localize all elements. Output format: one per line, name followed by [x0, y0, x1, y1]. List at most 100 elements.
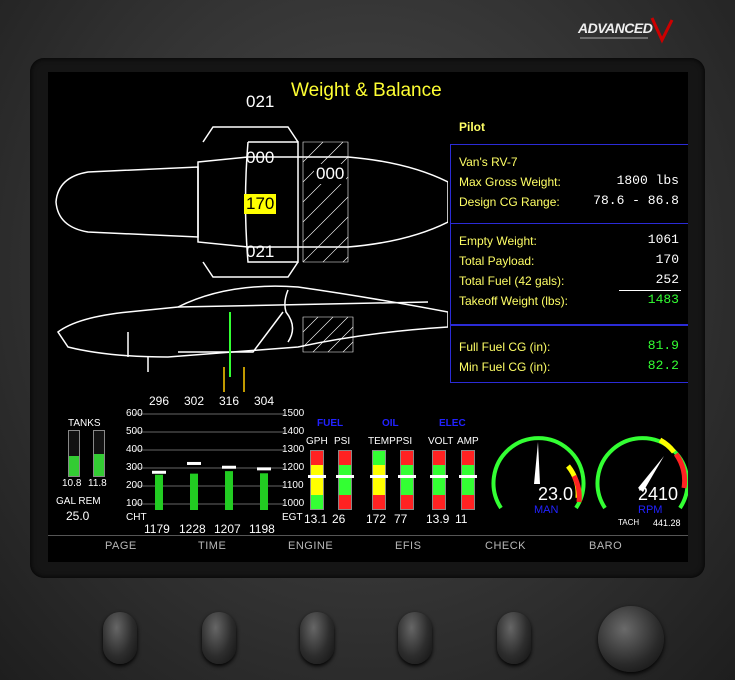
cylinder-egt-value: 1207 [214, 522, 241, 536]
tanks-label: TANKS [68, 418, 101, 429]
gal-rem-label: GAL REM [56, 496, 101, 507]
cht-scale-tick: 400 [126, 444, 143, 455]
gauge-label: PSI [396, 436, 413, 447]
softkey-time[interactable]: TIME [198, 540, 226, 552]
min-fuel-cg-label: Min Fuel CG (in): [459, 360, 551, 374]
cylinder-cht-bar [260, 473, 268, 510]
egt-scale-tick: 1400 [282, 426, 305, 437]
full-fuel-cg-value: 81.9 [647, 338, 679, 353]
gauge-value: 172 [366, 512, 387, 526]
man-value: 23.0 [538, 484, 574, 504]
cylinder-cht-value: 302 [184, 394, 205, 408]
gauge-label: GPH [306, 436, 328, 447]
page-title: Weight & Balance [291, 80, 442, 101]
softkey-bar: PAGE TIME ENGINE EFIS CHECK BARO [48, 535, 688, 558]
softkey-baro[interactable]: BARO [589, 540, 622, 552]
cylinder-cht-value: 316 [219, 394, 240, 408]
gauge-label: TEMP [368, 436, 396, 447]
gauge-value: 26 [332, 512, 346, 526]
button-4[interactable] [398, 612, 432, 664]
cht-scale-tick: 600 [126, 408, 143, 419]
gauge-value: 13.9 [426, 512, 450, 526]
max-gross-label: Max Gross Weight: [459, 175, 561, 189]
egt-label: EGT [282, 512, 303, 523]
pilot-weight-selected[interactable]: 170 [244, 194, 277, 214]
brand-mark-icon [580, 17, 674, 44]
vertical-gauge [308, 450, 326, 510]
baggage-weight[interactable]: 000 [314, 164, 347, 184]
total-payload-label: Total Payload: [459, 254, 535, 268]
egt-scale-tick: 1200 [282, 462, 305, 473]
cht-scale-tick: 200 [126, 480, 143, 491]
design-cg-value: 78.6 - 86.8 [593, 193, 679, 208]
sum-divider [619, 290, 681, 291]
softkey-check[interactable]: CHECK [485, 540, 526, 552]
cylinder-egt-marker [222, 465, 236, 469]
gauge-label: AMP [457, 436, 479, 447]
button-3[interactable] [300, 612, 334, 664]
cylinder-cht-bar [155, 474, 163, 510]
cht-scale-tick: 500 [126, 426, 143, 437]
front-row-top-weight: 021 [246, 92, 275, 111]
min-fuel-cg-value: 82.2 [647, 358, 679, 373]
vertical-gauge [459, 450, 477, 510]
gal-rem-value: 25.0 [66, 509, 90, 523]
tach-value: 441.28 [653, 518, 681, 528]
softkey-page[interactable]: PAGE [105, 540, 137, 552]
man-label: MAN [534, 504, 559, 516]
tank-left-value: 10.8 [62, 478, 82, 489]
aircraft-info-panel: Van's RV-7 Max Gross Weight: 1800 lbs De… [450, 144, 688, 224]
total-fuel-label: Total Fuel (42 gals): [459, 274, 565, 288]
cylinder-egt-value: 1179 [144, 522, 170, 536]
front-seat-weight[interactable]: 000 [246, 148, 274, 168]
button-2[interactable] [202, 612, 236, 664]
vertical-gauge [370, 450, 388, 510]
button-1[interactable] [103, 612, 137, 664]
gauge-label: VOLT [428, 436, 454, 447]
softkey-efis[interactable]: EFIS [395, 540, 421, 552]
gauge-label: PSI [334, 436, 351, 447]
gauge-value: 77 [394, 512, 408, 526]
efis-screen: Weight & Balance 021 000 000 170 021 Pil… [48, 72, 688, 562]
total-fuel-value: 252 [655, 272, 679, 287]
softkey-engine[interactable]: ENGINE [288, 540, 333, 552]
full-fuel-cg-label: Full Fuel CG (in): [459, 340, 551, 354]
cht-scale-tick: 300 [126, 462, 143, 473]
tank-left-bar [68, 430, 80, 477]
rpm-label: RPM [638, 504, 663, 516]
elec-header: ELEC [439, 418, 466, 429]
front-row-bottom-weight: 021 [246, 242, 275, 261]
empty-weight-label: Empty Weight: [459, 234, 537, 248]
fuel-header: FUEL [317, 418, 344, 429]
tank-right-bar [93, 430, 105, 477]
aircraft-model: Van's RV-7 [459, 155, 518, 169]
tank-right-value: 11.8 [88, 478, 107, 489]
cht-scale-tick: 100 [126, 498, 143, 509]
egt-scale-tick: 1500 [282, 408, 305, 419]
button-5[interactable] [497, 612, 531, 664]
egt-scale-tick: 1100 [282, 480, 304, 491]
cylinder-egt-marker [152, 470, 166, 474]
cylinder-cht-bar [225, 471, 233, 510]
tach-label: TACH [618, 518, 640, 527]
cylinder-cht-value: 304 [254, 394, 275, 408]
cylinder-egt-marker [257, 467, 271, 471]
cylinder-egt-value: 1228 [179, 522, 206, 536]
max-gross-value: 1800 lbs [616, 173, 679, 188]
cg-panel: Full Fuel CG (in): 81.9 Min Fuel CG (in)… [450, 325, 688, 383]
brand-logo: ADVANCED [560, 14, 710, 48]
design-cg-label: Design CG Range: [459, 195, 560, 209]
vertical-gauge [430, 450, 448, 510]
tank-right-fill [94, 453, 104, 476]
cylinder-cht-value: 296 [149, 394, 170, 408]
empty-weight-value: 1061 [647, 232, 679, 247]
aircraft-side-view [56, 285, 448, 392]
total-payload-value: 170 [655, 252, 679, 267]
gauge-value: 13.1 [304, 512, 328, 526]
vertical-gauge [336, 450, 354, 510]
weight-summary-panel: Empty Weight: 1061 Total Payload: 170 To… [450, 223, 688, 325]
cylinder-cht-bar [190, 473, 198, 510]
cylinder-egt-marker [187, 461, 201, 465]
rotary-knob[interactable] [598, 606, 664, 672]
egt-scale-tick: 1000 [282, 498, 305, 509]
